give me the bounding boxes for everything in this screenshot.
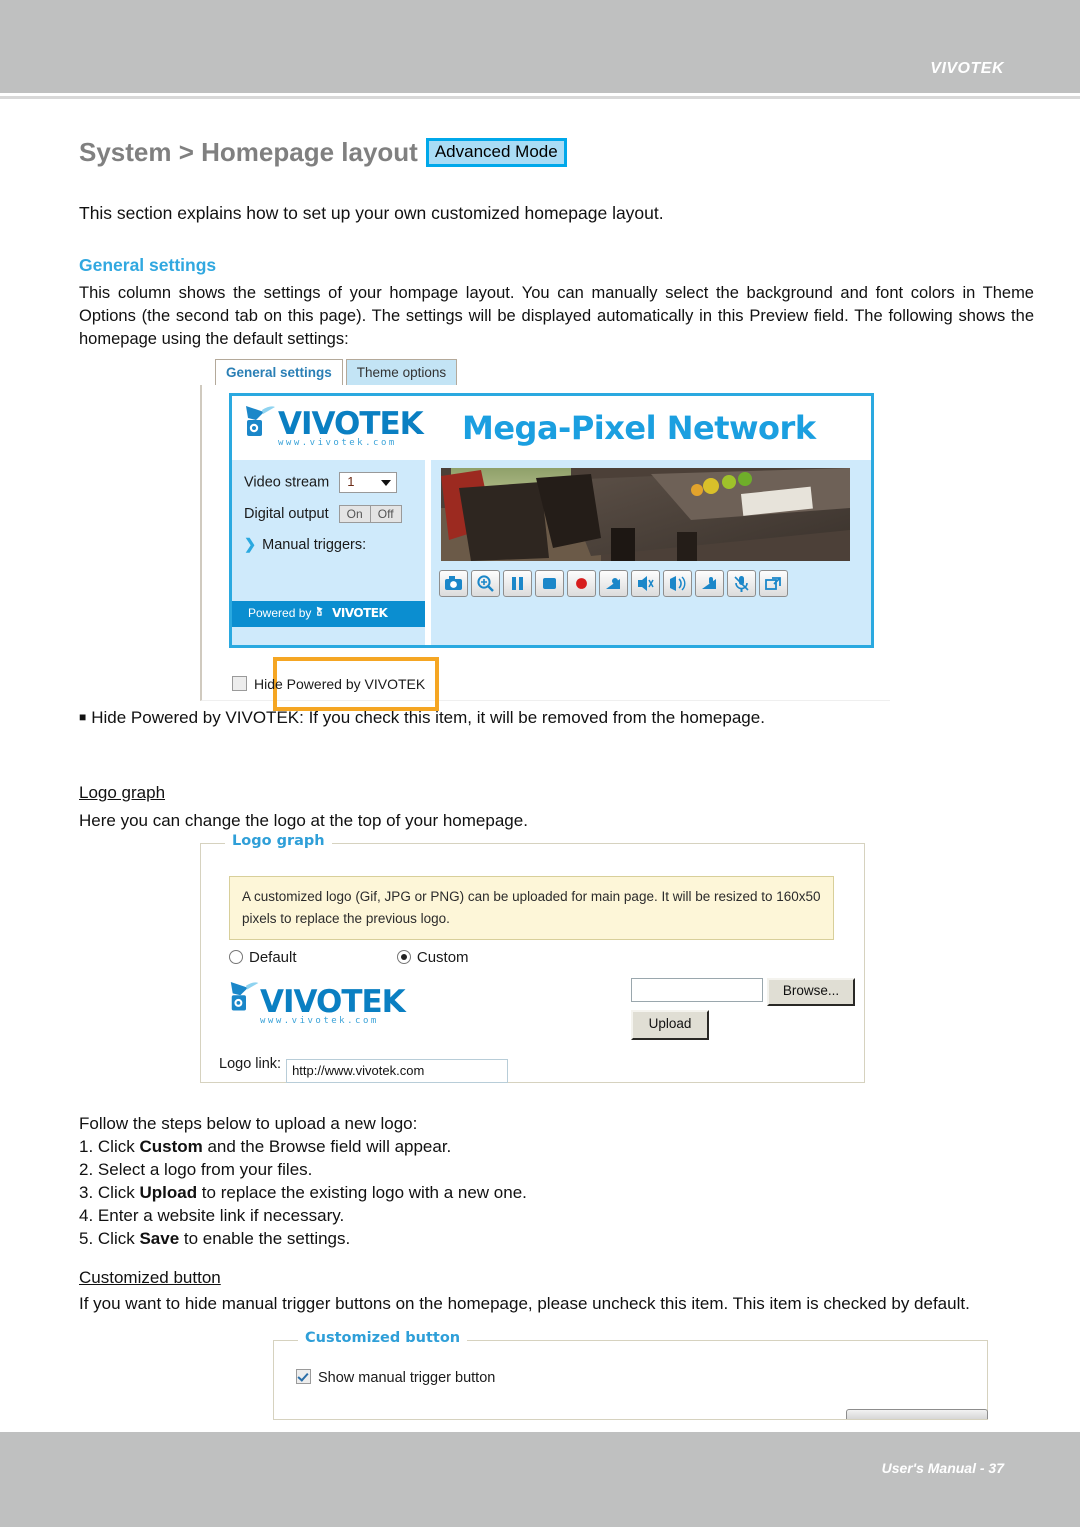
tab-theme-options[interactable]: Theme options [345, 359, 458, 386]
show-manual-trigger-checkbox[interactable] [296, 1369, 311, 1384]
preview-banner-title: Mega-Pixel Network [462, 409, 816, 447]
customized-button-legend: Customized button [298, 1330, 468, 1346]
snapshot-icon[interactable] [439, 570, 468, 597]
mute-icon[interactable] [631, 570, 660, 597]
steps-intro: Follow the steps below to upload a new l… [79, 1114, 418, 1133]
general-settings-heading: General settings [79, 255, 217, 275]
record-icon[interactable] [567, 570, 596, 597]
video-stream-row: Video stream 1 [244, 472, 425, 493]
digital-output-on-button[interactable]: On [338, 505, 371, 523]
pause-icon[interactable] [503, 570, 532, 597]
show-manual-trigger-row[interactable]: Show manual trigger button [296, 1369, 495, 1386]
speaker-icon[interactable] [663, 570, 692, 597]
video-control-toolbar [439, 570, 791, 597]
logo-link-input[interactable] [286, 1058, 509, 1083]
digital-output-toggle[interactable]: On Off [338, 505, 402, 523]
header-divider [0, 96, 1080, 99]
homepage-preview: VIVOTEK www.vivotek.com Mega-Pixel Netwo… [229, 393, 874, 711]
hide-powered-checkbox[interactable] [232, 676, 247, 691]
hide-powered-note-text: Hide Powered by VIVOTEK: If you check th… [91, 708, 765, 727]
video-stream-value: 1 [347, 474, 355, 489]
step-item-2: 2. Select a logo from your files. [79, 1160, 313, 1179]
logo-graph-fieldset: Logo graph A customized logo (Gif, JPG o… [200, 833, 865, 1083]
logo-option-default[interactable]: Default [229, 949, 301, 966]
chevron-down-icon [381, 480, 392, 486]
powered-by-wordmark: VIVOTEK [332, 606, 388, 620]
preview-vivotek-logo: VIVOTEK www.vivotek.com [246, 406, 424, 448]
customized-button-heading: Customized button [79, 1268, 221, 1287]
hide-powered-label: Hide Powered by VIVOTEK [254, 676, 426, 692]
preview-left-column: Video stream 1 Digital output On Off ❯ Man… [232, 460, 439, 711]
current-logo-preview: VIVOTEK www.vivotek.com [229, 982, 406, 1026]
video-stream-label: Video stream [244, 474, 330, 491]
tab-general-settings[interactable]: General settings [215, 359, 343, 386]
page-header-band: VIVOTEK [0, 0, 1080, 93]
powered-by-bar: Powered by VIVOTEK [232, 601, 425, 627]
general-settings-body: This column shows the settings of your h… [79, 284, 1034, 348]
volume-icon[interactable] [599, 570, 628, 597]
preview-logo-wordmark: VIVOTEK [278, 406, 424, 442]
hide-powered-note: ■ Hide Powered by VIVOTEK: If you check t… [79, 708, 1019, 728]
logo-link-label: Logo link: [219, 1056, 282, 1072]
step-item-3: 3. Click Upload to replace the existing … [79, 1183, 527, 1202]
step-item-4: 4. Enter a website link if necessary. [79, 1206, 345, 1225]
save-button-partial[interactable] [846, 1409, 988, 1419]
expand-arrow-icon: ❯ [244, 537, 257, 553]
manual-triggers-row[interactable]: ❯ Manual triggers: [244, 537, 425, 553]
fullscreen-icon[interactable] [759, 570, 788, 597]
vivotek-brand-mark: VIVOTEK [930, 60, 1004, 77]
page-title: System > Homepage layout Advanced Mode [79, 137, 567, 168]
talk-icon[interactable] [695, 570, 724, 597]
logo-graph-body: Here you can change the logo at the top … [79, 811, 528, 830]
manual-triggers-label: Manual triggers: [262, 537, 367, 553]
logo-graph-legend: Logo graph [225, 833, 332, 849]
hide-powered-checkbox-row[interactable]: Hide Powered by VIVOTEK [232, 676, 425, 692]
custom-radio[interactable] [396, 950, 411, 964]
upload-steps-list: Follow the steps below to upload a new l… [79, 1112, 527, 1250]
logo-file-input[interactable] [631, 978, 763, 1002]
logo-option-custom[interactable]: Custom [396, 949, 469, 966]
step-item-1: 1. Click Custom and the Browse field wil… [79, 1137, 452, 1156]
preview-right-column [431, 460, 871, 645]
preview-logo-area: VIVOTEK www.vivotek.com Mega-Pixel Netwo… [232, 396, 871, 460]
mic-icon[interactable] [727, 570, 756, 597]
digital-output-label: Digital output [244, 505, 329, 522]
logo-preview-wordmark: VIVOTEK [260, 984, 406, 1020]
digital-output-off-button[interactable]: Off [370, 505, 402, 523]
logo-graph-note: A customized logo (Gif, JPG or PNG) can … [229, 876, 834, 940]
logo-option-row: Default Custom [229, 949, 469, 966]
digital-zoom-icon[interactable] [471, 570, 500, 597]
powered-by-text: Powered by VIVOTEK [248, 606, 388, 620]
customized-button-body: If you want to hide manual trigger butto… [79, 1294, 970, 1313]
vivotek-bird-icon [242, 404, 282, 453]
custom-radio-label: Custom [416, 949, 469, 966]
default-radio[interactable] [229, 950, 243, 964]
digital-output-row: Digital output On Off [244, 505, 425, 523]
live-video-thumbnail [441, 468, 850, 561]
footer-manual-page: User's Manual - 37 [881, 1460, 1004, 1476]
page-title-text: System > Homepage layout [79, 137, 418, 167]
settings-tabs: General settings Theme options [215, 359, 458, 386]
intro-paragraph: This section explains how to set up your… [79, 203, 664, 223]
customized-button-fieldset: Customized button Show manual trigger bu… [273, 1330, 988, 1420]
advanced-mode-badge[interactable]: Advanced Mode [425, 138, 567, 167]
default-radio-label: Default [249, 949, 297, 966]
logo-link-row: Logo link: [219, 1056, 509, 1083]
stop-icon[interactable] [535, 570, 564, 597]
logo-graph-heading: Logo graph [79, 783, 166, 802]
upload-button[interactable]: Upload [631, 1010, 709, 1040]
show-manual-trigger-label: Show manual trigger button [318, 1370, 496, 1386]
browse-button[interactable]: Browse... [767, 978, 855, 1006]
square-bullet-icon: ■ [79, 710, 87, 724]
page-footer-band: User's Manual - 37 [0, 1432, 1080, 1527]
step-item-5: 5. Click Save to enable the settings. [79, 1229, 351, 1248]
powered-by-label: Powered by [248, 606, 312, 620]
logo-bird-icon [227, 980, 265, 1027]
video-stream-select[interactable]: 1 [339, 472, 398, 493]
